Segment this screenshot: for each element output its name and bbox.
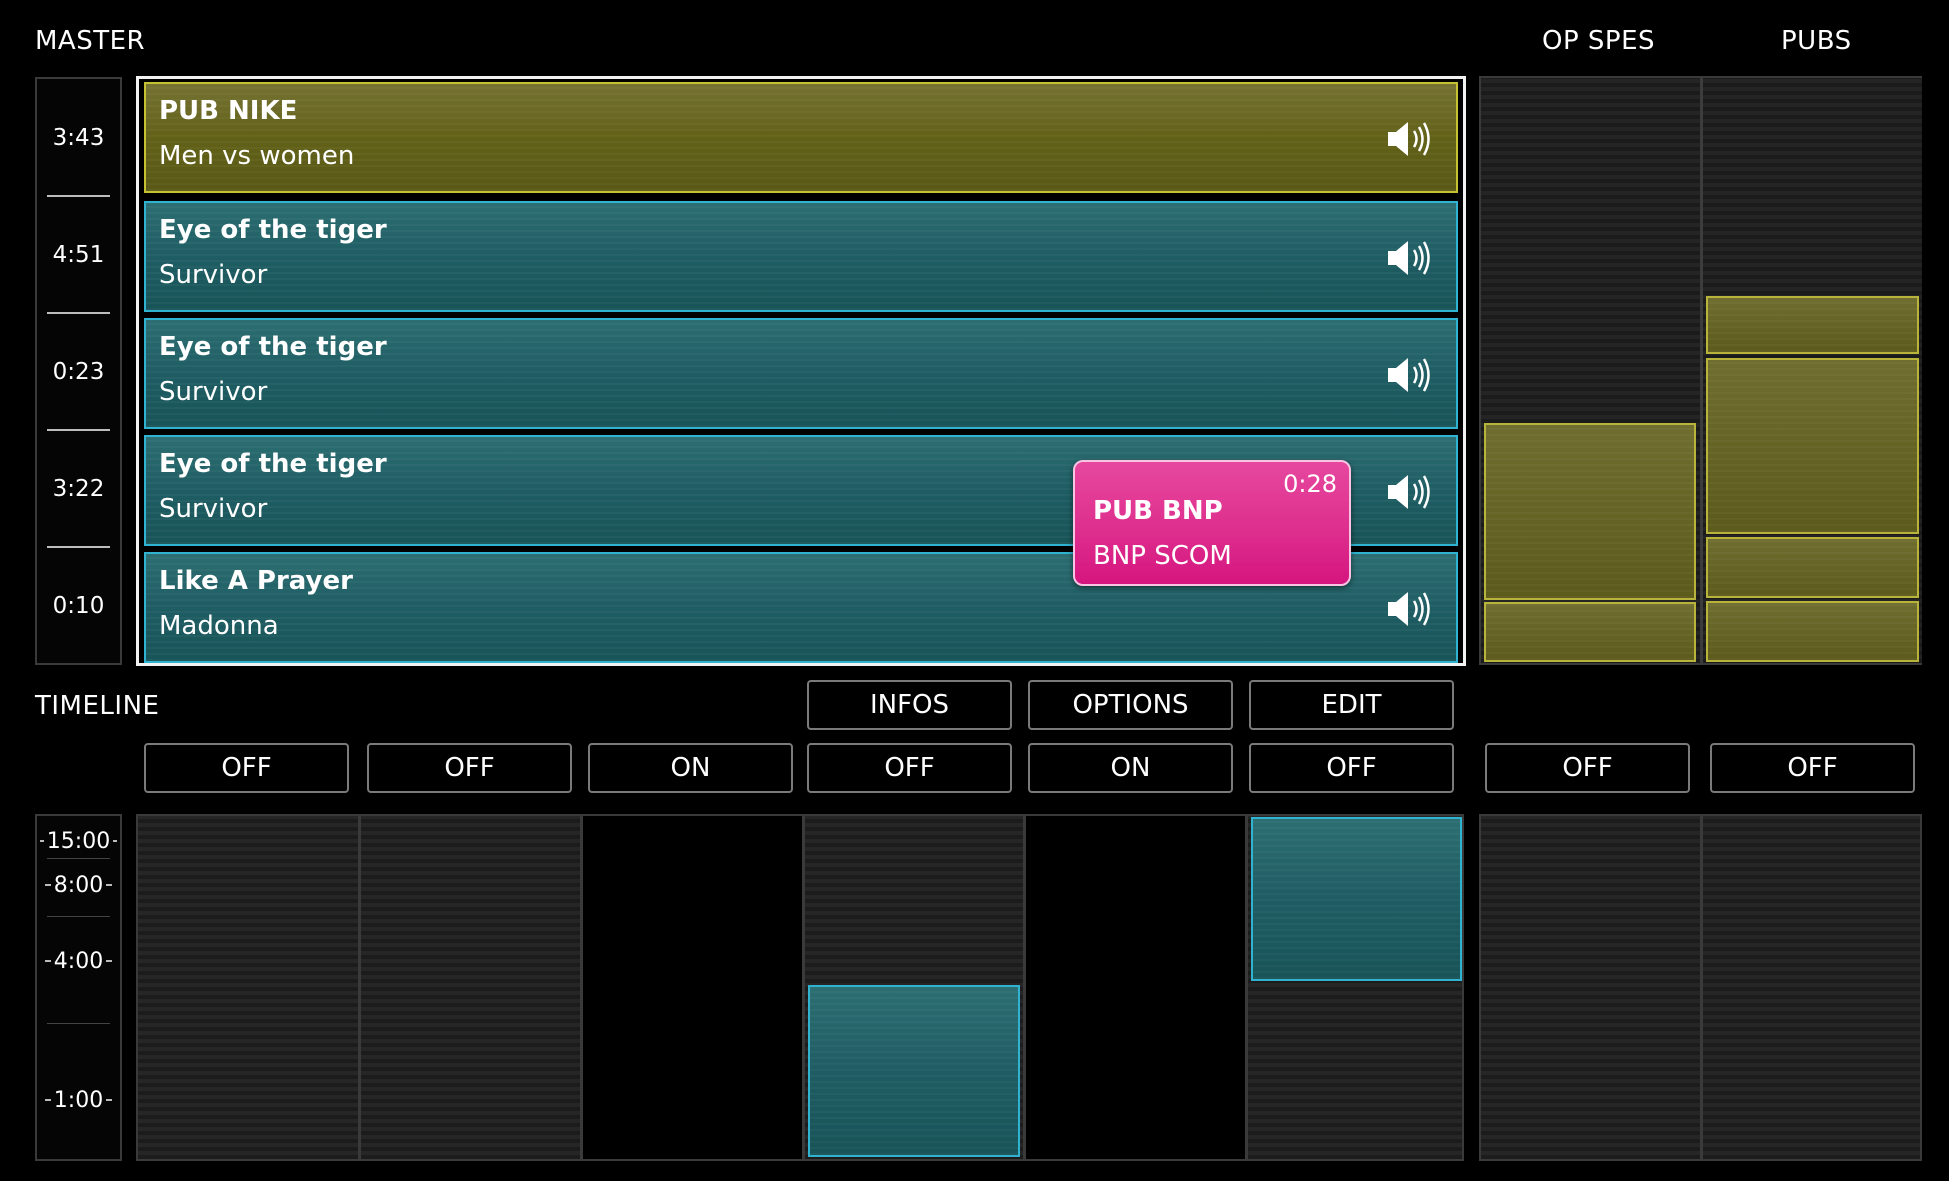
track-artist: Men vs women: [159, 141, 355, 171]
timeline-column-2[interactable]: [361, 816, 580, 1159]
timeline-tick: 15:00: [37, 826, 120, 856]
master-time: 3:22: [52, 475, 105, 502]
infos-button[interactable]: INFOS: [807, 680, 1012, 730]
timeline-tick: 8:00: [37, 870, 120, 900]
timeline-column-1[interactable]: [138, 816, 358, 1159]
op-spes-column: [1481, 78, 1700, 663]
timeline-pubs-column[interactable]: [1703, 816, 1920, 1159]
column-toggle-5[interactable]: ON: [1028, 743, 1233, 793]
options-button[interactable]: OPTIONS: [1028, 680, 1233, 730]
pubs-block[interactable]: [1706, 296, 1919, 354]
playlist-track[interactable]: Eye of the tiger Survivor: [144, 318, 1458, 429]
timeline-side-panel: [1479, 814, 1922, 1161]
timeline-block[interactable]: [1251, 817, 1462, 981]
speaker-icon[interactable]: [1384, 588, 1434, 630]
playlist-track[interactable]: Eye of the tiger Survivor: [144, 201, 1458, 312]
pubs-column: [1703, 78, 1922, 663]
track-artist: Survivor: [159, 260, 268, 290]
speaker-icon[interactable]: [1384, 354, 1434, 396]
timeline-gridline: [47, 858, 110, 859]
timeline-tick: 4:00: [37, 946, 120, 976]
track-title: Eye of the tiger: [159, 215, 387, 245]
timeline-scale: 15:00 8:00 4:00 1:00: [35, 814, 122, 1161]
speaker-icon[interactable]: [1384, 471, 1434, 513]
pubs-block[interactable]: [1706, 537, 1919, 598]
pub-title: PUB BNP: [1093, 496, 1223, 526]
op-spes-block[interactable]: [1484, 423, 1696, 600]
master-time: 0:10: [52, 592, 105, 619]
track-title: Eye of the tiger: [159, 332, 387, 362]
timeline-column-5[interactable]: [1026, 816, 1245, 1159]
playlist-track-pub[interactable]: PUB NIKE Men vs women: [144, 82, 1458, 193]
track-title: PUB NIKE: [159, 96, 298, 126]
timeline-op-spes-column[interactable]: [1481, 816, 1700, 1159]
timeline-block[interactable]: [808, 985, 1020, 1157]
timeline-panel: [136, 814, 1464, 1161]
timeline-column-4[interactable]: [805, 816, 1023, 1159]
timeline-tick: 1:00: [37, 1085, 120, 1115]
column-toggle-2[interactable]: OFF: [367, 743, 572, 793]
pubs-block[interactable]: [1706, 601, 1919, 662]
timeline-label: TIMELINE: [35, 691, 160, 721]
track-artist: Madonna: [159, 611, 279, 641]
op-spes-label: OP SPES: [1542, 26, 1656, 56]
timeline-column-6[interactable]: [1248, 816, 1462, 1159]
op-spes-toggle[interactable]: OFF: [1485, 743, 1690, 793]
master-time: 0:23: [52, 358, 105, 385]
pub-subtitle: BNP SCOM: [1093, 541, 1232, 571]
timeline-gridline: [47, 1023, 110, 1024]
speaker-icon[interactable]: [1384, 237, 1434, 279]
op-spes-pubs-panel: [1479, 76, 1922, 665]
track-artist: Survivor: [159, 494, 268, 524]
master-time-column: 3:43 4:51 0:23 3:22 0:10: [35, 77, 122, 665]
timeline-column-3[interactable]: [583, 816, 802, 1159]
master-time: 3:43: [52, 124, 105, 151]
pubs-label: PUBS: [1781, 26, 1852, 56]
track-artist: Survivor: [159, 377, 268, 407]
track-title: Like A Prayer: [159, 566, 353, 596]
column-toggle-6[interactable]: OFF: [1249, 743, 1454, 793]
speaker-icon[interactable]: [1384, 118, 1434, 160]
master-label: MASTER: [35, 26, 146, 56]
op-spes-block[interactable]: [1484, 602, 1696, 662]
column-toggle-1[interactable]: OFF: [144, 743, 349, 793]
column-toggle-3[interactable]: ON: [588, 743, 793, 793]
master-time: 4:51: [52, 241, 105, 268]
pub-duration: 0:28: [1283, 470, 1337, 498]
track-title: Eye of the tiger: [159, 449, 387, 479]
timeline-gridline: [47, 916, 110, 917]
column-toggle-4[interactable]: OFF: [807, 743, 1012, 793]
edit-button[interactable]: EDIT: [1249, 680, 1454, 730]
pubs-toggle[interactable]: OFF: [1710, 743, 1915, 793]
pub-drag-card[interactable]: 0:28 PUB BNP BNP SCOM: [1073, 460, 1351, 586]
pubs-block[interactable]: [1706, 358, 1919, 534]
